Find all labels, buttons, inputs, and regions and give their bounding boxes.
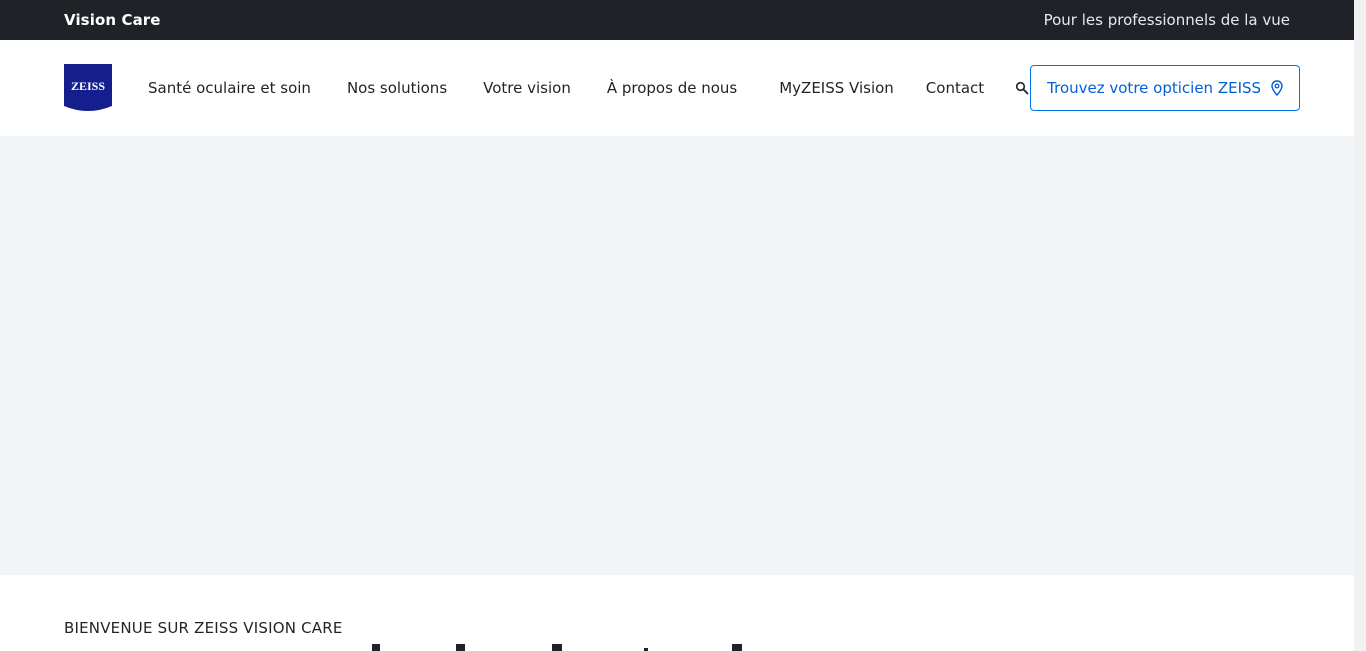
hero-image-placeholder [0, 136, 1354, 575]
vision-care-link[interactable]: Vision Care [64, 11, 161, 29]
intro-section: BIENVENUE SUR ZEISS VISION CARE [0, 575, 1354, 637]
headline-glyph-fragment [732, 644, 742, 651]
nav-item-solutions[interactable]: Nos solutions [347, 79, 447, 97]
headline-glyph-fragment [456, 644, 465, 651]
search-icon [1016, 81, 1029, 95]
nav-item-about-us[interactable]: À propos de nous [607, 79, 737, 97]
zeiss-logo-link[interactable]: ZEISS [64, 64, 112, 112]
nav-item-eye-health[interactable]: Santé oculaire et soin [148, 79, 311, 97]
page-scrollbar[interactable] [1354, 0, 1366, 651]
search-button[interactable] [1014, 80, 1030, 96]
location-pin-icon [1271, 80, 1283, 96]
nav-item-your-vision[interactable]: Votre vision [483, 79, 571, 97]
nav-item-contact[interactable]: Contact [926, 79, 984, 97]
page: Vision Care Pour les professionnels de l… [0, 0, 1354, 651]
headline-glyph-fragment [552, 644, 562, 651]
top-utility-bar: Vision Care Pour les professionnels de l… [0, 0, 1354, 40]
main-header: ZEISS Santé oculaire et soin Nos solutio… [0, 40, 1354, 136]
find-optician-label: Trouvez votre opticien ZEISS [1047, 79, 1262, 97]
headline-glyph-fragment [372, 644, 380, 651]
nav-item-myzeiss-vision[interactable]: MyZEISS Vision [779, 79, 894, 97]
zeiss-logo: ZEISS [64, 64, 112, 111]
primary-nav: Santé oculaire et soin Nos solutions Vot… [148, 79, 1030, 97]
intro-headline-cropped [64, 644, 764, 651]
find-optician-button[interactable]: Trouvez votre opticien ZEISS [1030, 65, 1301, 111]
professionals-link[interactable]: Pour les professionnels de la vue [1044, 11, 1290, 29]
logo-text: ZEISS [71, 79, 105, 93]
intro-eyebrow: BIENVENUE SUR ZEISS VISION CARE [64, 619, 343, 637]
